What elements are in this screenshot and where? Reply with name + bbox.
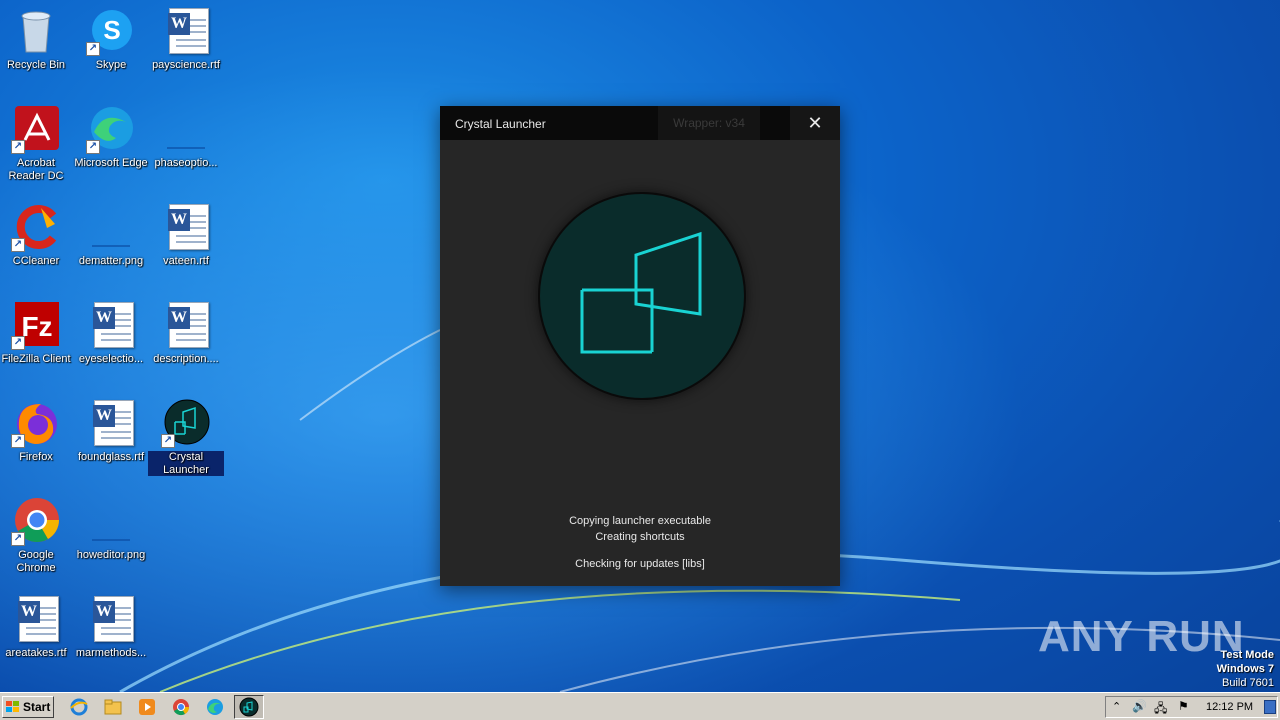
crystal-logo-icon: [580, 231, 702, 354]
desktop-icon-foundglass[interactable]: W foundglass.rtf: [73, 392, 149, 476]
word-document-icon: W: [11, 594, 61, 644]
file-explorer-icon[interactable]: [104, 698, 122, 716]
desktop-icon-skype[interactable]: S ↗ Skype: [73, 0, 149, 84]
chrome-icon: ↗: [11, 496, 61, 546]
svg-text:Fz: Fz: [21, 311, 52, 342]
window-title: Crystal Launcher: [455, 117, 546, 131]
volume-icon[interactable]: 🔊: [1132, 699, 1147, 713]
skype-icon: S ↗: [86, 6, 136, 56]
desktop-icon-description[interactable]: W description....: [148, 294, 224, 378]
desktop-icon-payscience[interactable]: W payscience.rtf: [148, 0, 224, 84]
crystal-launcher-taskbar-icon: [239, 697, 259, 717]
filezilla-icon: Fz ↗: [11, 300, 61, 350]
ccleaner-icon: ↗: [11, 202, 61, 252]
network-icon[interactable]: 🖧: [1154, 699, 1167, 720]
desktop-icon-edge[interactable]: ↗ Microsoft Edge: [73, 98, 149, 182]
firefox-icon: ↗: [11, 398, 61, 448]
desktop-icon-crystal-launcher[interactable]: ↗ Crystal Launcher: [148, 392, 224, 476]
desktop-icon-ccleaner[interactable]: ↗ CCleaner: [0, 196, 74, 280]
show-hidden-icons-icon[interactable]: ⌃: [1112, 700, 1121, 713]
desktop-icon-acrobat[interactable]: ↗ Acrobat Reader DC: [0, 98, 74, 182]
recycle-bin-icon: [11, 6, 61, 56]
crystal-launcher-logo: [538, 192, 746, 400]
taskbar: Start ⌃ 🔊 🖧 ⚑ 12:12 PM: [0, 692, 1280, 720]
clock[interactable]: 12:12 PM: [1206, 701, 1253, 713]
word-document-icon: W: [86, 594, 136, 644]
edge-icon: ↗: [86, 104, 136, 154]
desktop-icon-dematter[interactable]: dematter.png: [73, 196, 149, 280]
start-label: Start: [23, 700, 51, 714]
image-file-icon: [161, 104, 211, 154]
test-mode-watermark: Test Mode Windows 7 Build 7601: [1216, 649, 1274, 689]
anyrun-watermark: ANY RUN: [1038, 612, 1245, 661]
desktop-icon-howeditor[interactable]: howeditor.png: [73, 490, 149, 574]
title-bar[interactable]: Crystal Launcher Wrapper: v34 ✕: [440, 106, 840, 140]
word-document-icon: W: [161, 300, 211, 350]
desktop-icon-phaseoptio[interactable]: phaseoptio...: [148, 98, 224, 182]
desktop-icon-filezilla[interactable]: Fz ↗ FileZilla Client: [0, 294, 74, 378]
system-tray: ⌃ 🔊 🖧 ⚑ 12:12 PM: [1105, 696, 1278, 718]
windows-logo-icon: [6, 701, 20, 713]
acrobat-icon: ↗: [11, 104, 61, 154]
desktop-icon-areatakes[interactable]: W areatakes.rtf: [0, 588, 74, 672]
word-document-icon: W: [86, 398, 136, 448]
chrome-taskbar-icon[interactable]: [172, 698, 190, 716]
crystal-launcher-icon: ↗: [161, 398, 211, 448]
desktop-icon-vateen[interactable]: W vateen.rtf: [148, 196, 224, 280]
image-file-icon: [86, 496, 136, 546]
word-document-icon: W: [161, 6, 211, 56]
desktop-icon-chrome[interactable]: ↗ Google Chrome: [0, 490, 74, 574]
internet-explorer-icon[interactable]: [70, 698, 88, 716]
word-document-icon: W: [161, 202, 211, 252]
action-center-flag-icon[interactable]: ⚑: [1178, 699, 1189, 713]
crystal-launcher-taskbar-button[interactable]: [234, 695, 264, 719]
svg-text:S: S: [103, 15, 120, 45]
desktop-icon-firefox[interactable]: ↗ Firefox: [0, 392, 74, 476]
show-desktop-icon[interactable]: [1264, 700, 1276, 714]
version-label: Wrapper: v34: [658, 106, 760, 140]
desktop-icon-eyeselectio[interactable]: W eyeselectio...: [73, 294, 149, 378]
media-player-icon[interactable]: [138, 698, 156, 716]
status-line-updates: Checking for updates [libs]: [575, 558, 705, 570]
crystal-launcher-window: Crystal Launcher Wrapper: v34 ✕ Copying …: [440, 106, 840, 586]
desktop-icons: Recycle Bin S ↗ Skype W payscience.rtf ↗…: [0, 0, 230, 692]
edge-taskbar-icon[interactable]: [206, 698, 224, 716]
desktop-icon-marmethods[interactable]: W marmethods...: [73, 588, 149, 672]
close-button[interactable]: ✕: [790, 106, 840, 140]
word-document-icon: W: [86, 300, 136, 350]
status-line-copying: Copying launcher executable: [569, 515, 711, 527]
status-line-shortcuts: Creating shortcuts: [595, 531, 685, 543]
image-file-icon: [86, 202, 136, 252]
start-button[interactable]: Start: [2, 696, 54, 718]
desktop-icon-recycle-bin[interactable]: Recycle Bin: [0, 0, 74, 84]
